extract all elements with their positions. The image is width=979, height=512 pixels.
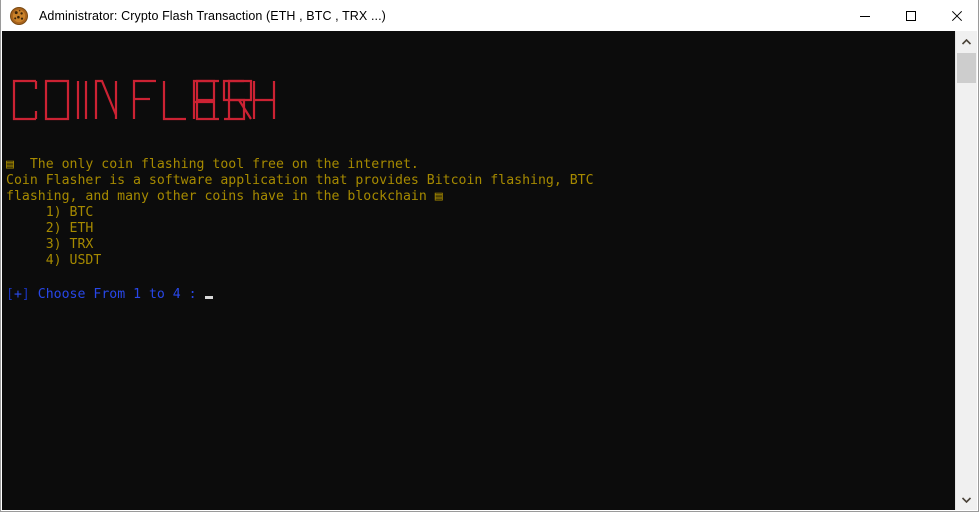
menu-option-usdt-label[interactable]: USDT	[70, 253, 102, 268]
line-tagline: ▤ The only coin flashing tool free on th…	[6, 157, 419, 172]
menu-option-trx-number[interactable]: 3)	[46, 237, 62, 252]
terminal-output[interactable]: ▤ The only coin flashing tool free on th…	[2, 31, 957, 510]
close-icon	[951, 10, 963, 21]
minimize-icon	[860, 15, 870, 17]
maximize-icon	[906, 10, 916, 21]
text-cursor	[204, 296, 213, 299]
minimize-button[interactable]	[842, 0, 888, 31]
maximize-button[interactable]	[888, 0, 934, 31]
prompt-bracket-open: [	[6, 287, 14, 302]
menu-option-eth-number[interactable]: 2)	[46, 221, 62, 236]
menu-option-btc-label[interactable]: BTC	[70, 205, 94, 220]
menu-option-btc-number[interactable]: 1)	[46, 205, 62, 220]
scroll-up-button[interactable]	[956, 31, 977, 52]
vertical-scrollbar[interactable]	[955, 31, 977, 510]
prompt-bracket-close: ]	[21, 287, 30, 302]
scroll-thumb[interactable]	[957, 53, 976, 83]
console-body-text: ▤ The only coin flashing tool free on th…	[6, 157, 594, 269]
scroll-down-button[interactable]	[956, 489, 977, 510]
line-description-2: flashing, and many other coins have in t…	[6, 189, 443, 204]
menu-option-eth-label[interactable]: ETH	[70, 221, 94, 236]
coin-icon	[10, 6, 28, 25]
close-button[interactable]	[934, 0, 978, 31]
line-description-1: Coin Flasher is a software application t…	[6, 173, 594, 188]
titlebar[interactable]: Administrator: Crypto Flash Transaction …	[1, 0, 978, 31]
ascii-banner-continued	[195, 79, 253, 121]
titlebar-left: Administrator: Crypto Flash Transaction …	[1, 6, 842, 26]
menu-option-trx-label[interactable]: TRX	[70, 237, 94, 252]
console-window: Administrator: Crypto Flash Transaction …	[0, 0, 979, 512]
prompt-marker: +	[13, 287, 22, 302]
chevron-down-icon	[962, 496, 971, 503]
menu-option-usdt-number[interactable]: 4)	[46, 253, 62, 268]
chevron-up-icon	[962, 38, 971, 45]
prompt-text: Choose From 1 to 4 :	[29, 287, 197, 302]
window-title: Administrator: Crypto Flash Transaction …	[39, 8, 386, 23]
window-controls	[842, 0, 978, 31]
input-prompt[interactable]: [+] Choose From 1 to 4 :	[6, 287, 213, 303]
